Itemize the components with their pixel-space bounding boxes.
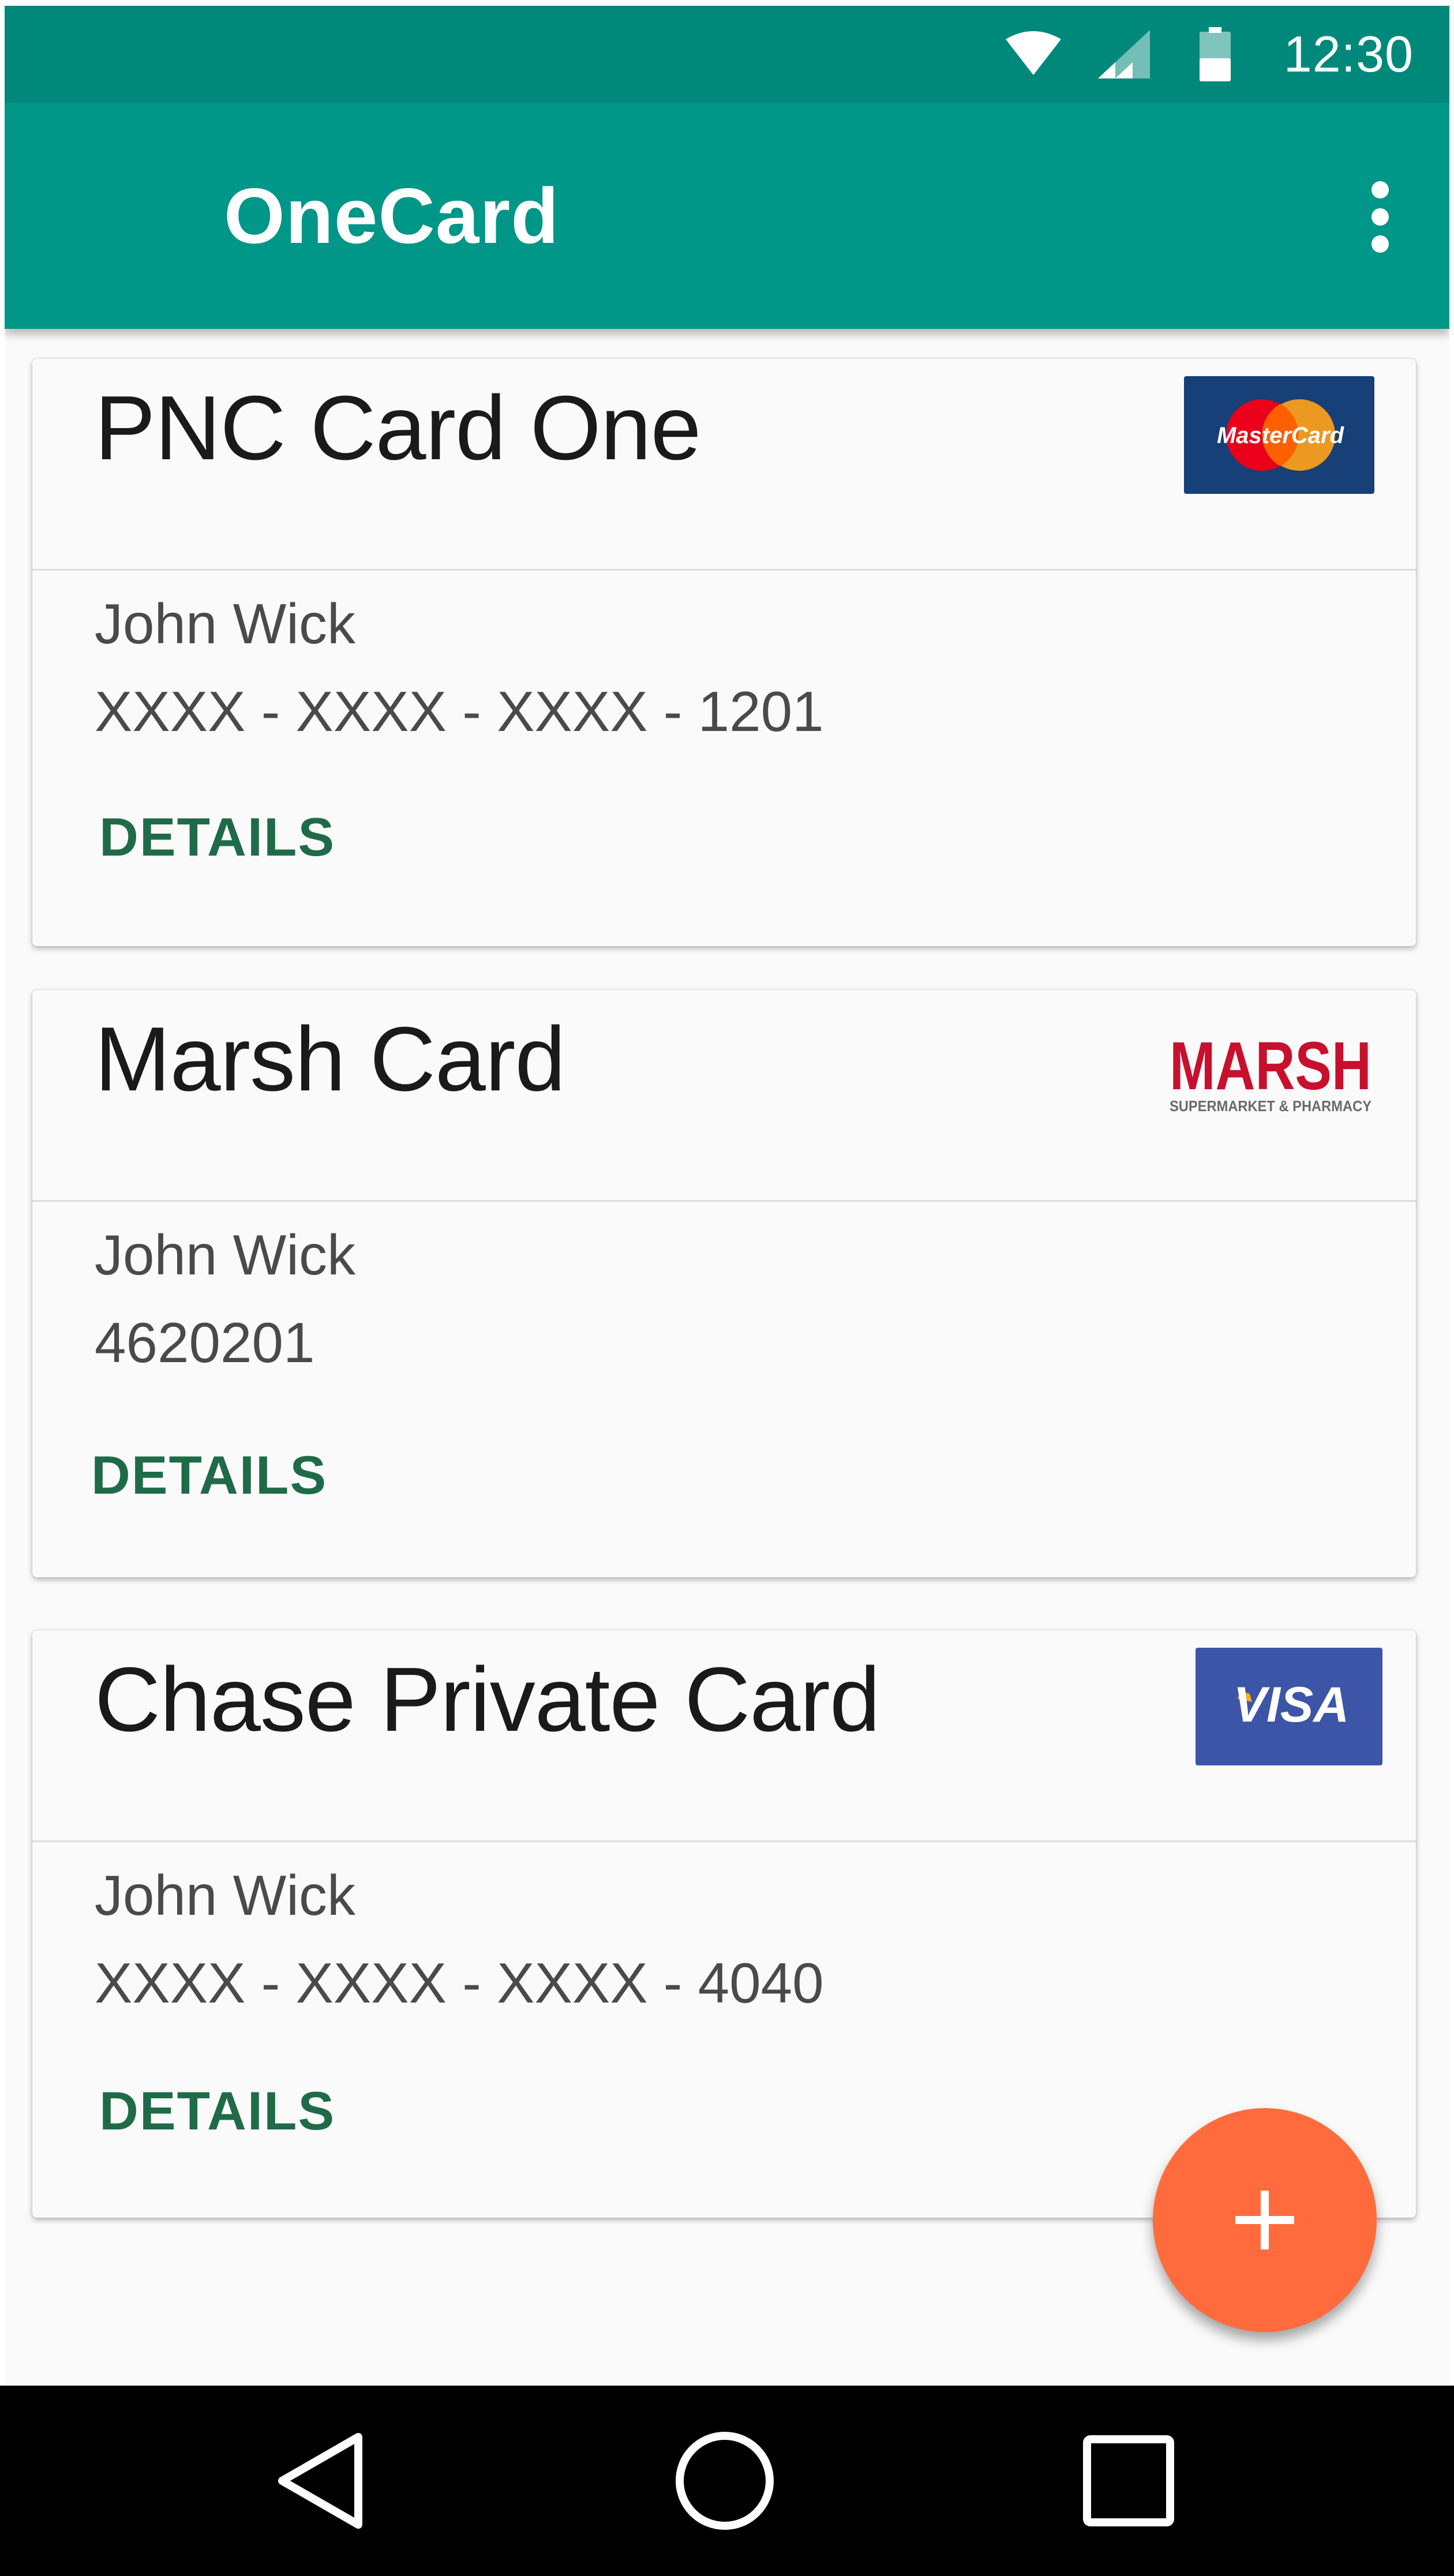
svg-text:VISA: VISA (1234, 1677, 1350, 1733)
frame-right-edge (1449, 0, 1454, 2576)
svg-text:MARSH: MARSH (1170, 1036, 1371, 1104)
add-card-button[interactable] (1153, 2108, 1377, 2332)
battery-icon (1199, 27, 1231, 81)
mastercard-logo: MasterCard (1184, 376, 1374, 494)
add-icon (1235, 2191, 1294, 2249)
card-header: Chase Private Card VISA (32, 1630, 1416, 1842)
frame-top-edge (0, 0, 1454, 6)
svg-text:MasterCard: MasterCard (1217, 423, 1345, 448)
more-dot (1371, 208, 1389, 226)
details-button[interactable]: DETAILS (99, 2080, 335, 2142)
more-dot (1371, 235, 1389, 253)
back-icon (278, 2433, 362, 2529)
status-icons: 12:30 (1005, 6, 1414, 103)
card-title: PNC Card One (95, 377, 701, 479)
cell-signal-icon (1097, 30, 1150, 78)
home-icon (676, 2432, 774, 2530)
app-title: OneCard (224, 172, 560, 260)
navigation-bar (0, 2386, 1454, 2576)
status-time: 12:30 (1283, 25, 1414, 83)
back-button[interactable] (263, 2423, 379, 2538)
card-header: Marsh Card MARSH SUPERMARKET & PHARMACY (32, 990, 1416, 1202)
card-pnc[interactable]: PNC Card One MasterCard John Wick XXXX -… (32, 359, 1416, 946)
status-bar: 12:30 (5, 6, 1449, 103)
card-holder: John Wick (95, 592, 356, 655)
card-holder: John Wick (95, 1223, 356, 1287)
card-holder: John Wick (95, 1863, 356, 1927)
card-number: XXXX - XXXX - XXXX - 4040 (95, 1951, 824, 2015)
recents-icon (1083, 2435, 1174, 2526)
card-number: 4620201 (95, 1311, 315, 1374)
details-button[interactable]: DETAILS (99, 806, 335, 868)
app-bar: OneCard (5, 103, 1449, 329)
card-title: Marsh Card (95, 1008, 565, 1110)
svg-text:SUPERMARKET & PHARMACY: SUPERMARKET & PHARMACY (1170, 1097, 1371, 1115)
home-button[interactable] (667, 2423, 782, 2538)
marsh-logo: MARSH SUPERMARKET & PHARMACY (1167, 1028, 1374, 1117)
more-vert-icon[interactable] (1357, 171, 1403, 263)
card-title: Chase Private Card (95, 1649, 880, 1750)
visa-logo: VISA (1196, 1648, 1382, 1765)
more-dot (1371, 181, 1389, 198)
recents-button[interactable] (1071, 2423, 1186, 2538)
details-button[interactable]: DETAILS (91, 1444, 327, 1506)
card-number: XXXX - XXXX - XXXX - 1201 (95, 680, 824, 743)
card-header: PNC Card One MasterCard (32, 359, 1416, 571)
wifi-icon (1005, 31, 1062, 77)
card-marsh[interactable]: Marsh Card MARSH SUPERMARKET & PHARMACY … (32, 990, 1416, 1577)
frame-left-edge (0, 0, 5, 2576)
